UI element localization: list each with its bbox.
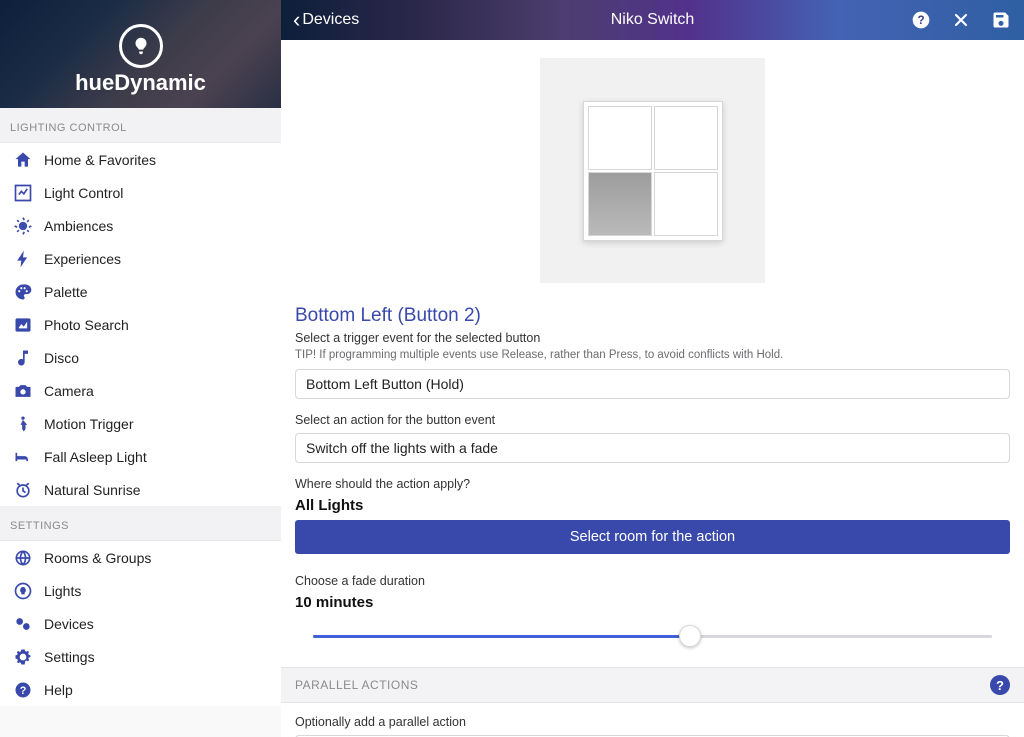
- fade-slider[interactable]: [295, 617, 1010, 657]
- svg-text:?: ?: [20, 685, 27, 697]
- sidebar-section-settings: SETTINGS: [0, 506, 281, 541]
- main-panel: ‹ Devices Niko Switch ?: [281, 0, 1024, 737]
- sidebar-item-motion-trigger[interactable]: Motion Trigger: [0, 407, 281, 440]
- gear-icon: [10, 647, 36, 667]
- switch-button-top-left[interactable]: [588, 106, 652, 170]
- bulb-icon: [10, 581, 36, 601]
- sidebar-item-camera[interactable]: Camera: [0, 374, 281, 407]
- sidebar-item-label: Motion Trigger: [44, 416, 133, 432]
- topbar: ‹ Devices Niko Switch ?: [281, 0, 1024, 40]
- page-title: Niko Switch: [611, 11, 695, 29]
- save-button[interactable]: [990, 9, 1012, 31]
- trigger-select[interactable]: Bottom Left Button (Hold): [295, 369, 1010, 399]
- parallel-help-button[interactable]: ?: [990, 675, 1010, 695]
- sidebar-item-label: Devices: [44, 616, 94, 632]
- chevron-left-icon: ‹: [293, 9, 300, 31]
- back-button[interactable]: ‹ Devices: [293, 9, 359, 31]
- sidebar-item-label: Photo Search: [44, 317, 129, 333]
- home-icon: [10, 150, 36, 170]
- sidebar-item-disco[interactable]: Disco: [0, 341, 281, 374]
- topbar-actions: ?: [910, 9, 1012, 31]
- music-icon: [10, 348, 36, 368]
- motion-icon: [10, 414, 36, 434]
- brand-header: hueDynamic: [0, 0, 281, 108]
- switch-button-top-right[interactable]: [654, 106, 718, 170]
- sidebar-item-label: Lights: [44, 583, 81, 599]
- sidebar-item-settings[interactable]: Settings: [0, 640, 281, 673]
- sidebar-item-label: Rooms & Groups: [44, 550, 151, 566]
- sidebar-item-label: Experiences: [44, 251, 121, 267]
- sidebar-item-label: Help: [44, 682, 73, 698]
- sidebar-item-natural-sunrise[interactable]: Natural Sunrise: [0, 473, 281, 506]
- parallel-title: PARALLEL ACTIONS: [295, 678, 418, 692]
- sidebar-item-experiences[interactable]: Experiences: [0, 242, 281, 275]
- svg-text:?: ?: [917, 14, 924, 27]
- fade-value: 10 minutes: [295, 594, 1010, 611]
- sidebar-item-lights[interactable]: Lights: [0, 574, 281, 607]
- sidebar-item-fall-asleep-light[interactable]: Fall Asleep Light: [0, 440, 281, 473]
- trigger-tip: TIP! If programming multiple events use …: [295, 349, 1010, 361]
- rooms-icon: [10, 548, 36, 568]
- switch-button-bottom-left[interactable]: [588, 172, 652, 236]
- camera-icon: [10, 381, 36, 401]
- alarm-icon: [10, 480, 36, 500]
- sidebar-item-help[interactable]: ? Help: [0, 673, 281, 706]
- back-label: Devices: [302, 11, 359, 29]
- action-hint: Select an action for the button event: [295, 413, 1010, 427]
- parallel-hint: Optionally add a parallel action: [295, 715, 1010, 729]
- select-room-button-label: Select room for the action: [570, 529, 735, 545]
- lightcontrol-icon: [10, 183, 36, 203]
- brand-logo-icon: [119, 24, 163, 68]
- sidebar-item-label: Disco: [44, 350, 79, 366]
- action-select-value: Switch off the lights with a fade: [306, 440, 498, 456]
- device-preview: [281, 40, 1024, 305]
- sidebar-item-label: Home & Favorites: [44, 152, 156, 168]
- sidebar-item-label: Natural Sunrise: [44, 482, 141, 498]
- devices-icon: [10, 614, 36, 634]
- sidebar-item-label: Light Control: [44, 185, 123, 201]
- select-room-button[interactable]: Select room for the action: [295, 520, 1010, 554]
- switch-image: [540, 58, 765, 283]
- sidebar-item-rooms-groups[interactable]: Rooms & Groups: [0, 541, 281, 574]
- sidebar-list-settings: Rooms & Groups Lights Devices Settings? Help: [0, 541, 281, 706]
- brand-name: hueDynamic: [75, 70, 206, 96]
- trigger-select-value: Bottom Left Button (Hold): [306, 376, 464, 392]
- sidebar-section-lighting: LIGHTING CONTROL: [0, 108, 281, 143]
- sidebar-item-photo-search[interactable]: Photo Search: [0, 308, 281, 341]
- bolt-icon: [10, 249, 36, 269]
- content: Bottom Left (Button 2) Select a trigger …: [281, 40, 1024, 737]
- switch-button-bottom-right[interactable]: [654, 172, 718, 236]
- selected-button-heading: Bottom Left (Button 2): [295, 305, 1010, 327]
- sidebar-item-label: Fall Asleep Light: [44, 449, 147, 465]
- sidebar-item-home-favorites[interactable]: Home & Favorites: [0, 143, 281, 176]
- help-button[interactable]: ?: [910, 9, 932, 31]
- trigger-hint: Select a trigger event for the selected …: [295, 331, 1010, 345]
- ambience-icon: [10, 216, 36, 236]
- sidebar-item-label: Ambiences: [44, 218, 113, 234]
- sidebar-item-label: Camera: [44, 383, 94, 399]
- scope-value: All Lights: [295, 497, 1010, 514]
- scope-hint: Where should the action apply?: [295, 477, 1010, 491]
- help-icon: ?: [10, 680, 36, 700]
- fade-hint: Choose a fade duration: [295, 574, 1010, 588]
- slider-thumb[interactable]: [679, 625, 701, 647]
- close-button[interactable]: [950, 9, 972, 31]
- action-select[interactable]: Switch off the lights with a fade: [295, 433, 1010, 463]
- sidebar-list-lighting: Home & Favorites Light Control Ambiences Ex…: [0, 143, 281, 506]
- sidebar-item-palette[interactable]: Palette: [0, 275, 281, 308]
- sidebar-item-label: Settings: [44, 649, 95, 665]
- bed-icon: [10, 447, 36, 467]
- sidebar-item-ambiences[interactable]: Ambiences: [0, 209, 281, 242]
- parallel-actions-header: PARALLEL ACTIONS ?: [281, 667, 1024, 703]
- palette-icon: [10, 282, 36, 302]
- sidebar-item-devices[interactable]: Devices: [0, 607, 281, 640]
- photo-icon: [10, 315, 36, 335]
- sidebar: hueDynamic LIGHTING CONTROL Home & Favor…: [0, 0, 281, 737]
- sidebar-item-label: Palette: [44, 284, 88, 300]
- sidebar-item-light-control[interactable]: Light Control: [0, 176, 281, 209]
